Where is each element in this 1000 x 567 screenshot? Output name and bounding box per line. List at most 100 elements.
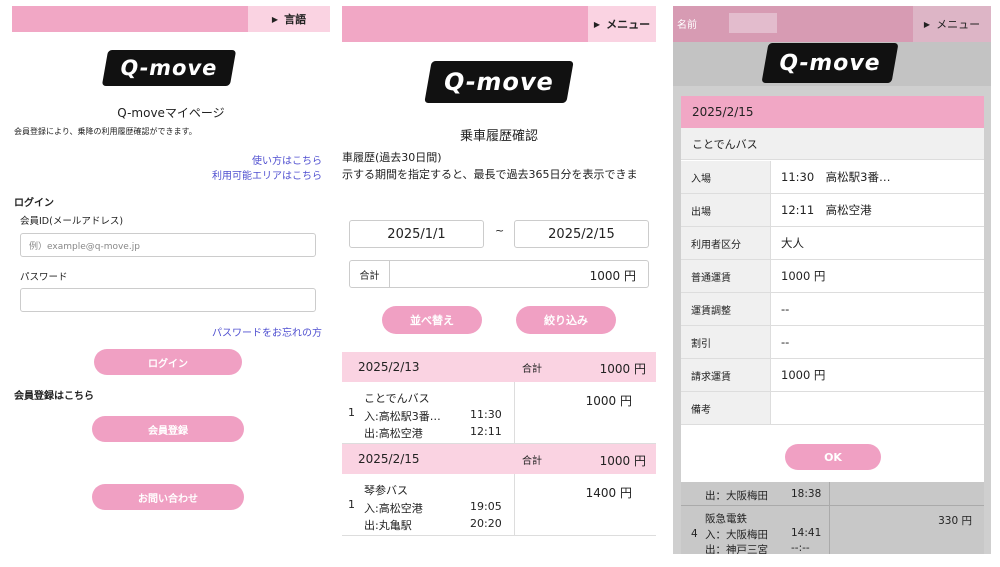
name-value-masked [729,13,777,33]
ride-entry-time: 19:05 [470,500,502,513]
detail-row-value: 12:11 高松空港 [781,203,872,217]
menu-button-label: メニュー [606,18,651,31]
total-value: 1000 円 [589,269,636,283]
detail-row: 利用者区分 大人 [681,227,984,260]
ride-entry-station: 入:高松空港 [364,502,423,515]
bg-operator: 阪急電鉄 [705,513,747,525]
contact-button[interactable]: お問い合わせ [92,484,244,510]
bg-exit-station-2: 出：神戸三宮 [705,544,768,554]
login-screen: ▶ 言語 Q-move Q-moveマイページ 会員登録により、乗降の利用履歴確… [12,6,330,554]
detail-row-label: 請求運賃 [681,359,771,391]
ride-exit-station: 出:高松空港 [364,427,423,440]
qmove-logo: Q-move [761,43,899,83]
detail-row-value: 大人 [781,236,804,250]
history-screen: ▶ メニュー Q-move 乗車履歴確認 車履歴(過去30日間) 示する期間を指… [342,6,656,554]
detail-row-label: 割引 [681,326,771,358]
ride-exit-time: 20:20 [470,517,502,530]
triangle-right-icon: ▶ [271,14,279,24]
triangle-right-icon: ▶ [923,19,931,29]
detail-screen: 名前 ▶ メニュー Q-move 2025/2/15 ことでんバス 入場 11:… [673,6,991,554]
ride-fare: 1400 円 [585,486,632,500]
detail-row-label: 運賃調整 [681,293,771,325]
detail-row: 備考 [681,392,984,425]
detail-row-value: -- [781,335,790,349]
history-subtitle: 車履歴(過去30日間) [342,151,442,164]
group-date: 2025/2/15 [358,452,420,466]
detail-row-label: 普通運賃 [681,260,771,292]
history-ride-row[interactable]: 1 琴参バス 入:高松空港 19:05 出:丸亀駅 20:20 1400 円 [342,474,656,536]
ride-detail-dialog: 2025/2/15 ことでんバス 入場 11:30 高松駅3番… 出場 12:1… [681,96,984,482]
menu-button[interactable]: ▶ メニュー [913,6,991,42]
howto-link[interactable]: 使い方はこちら [252,152,322,167]
forgot-password-link[interactable]: パスワードをお忘れの方 [212,324,322,339]
history-group-header: 2025/2/15 合計 1000 円 [342,444,656,474]
detail-row: 入場 11:30 高松駅3番… [681,161,984,194]
detail-row: 請求運賃 1000 円 [681,359,984,392]
triangle-right-icon: ▶ [593,19,601,29]
language-button-label: 言語 [284,13,307,26]
bg-entry-station: 入：大阪梅田 [705,529,768,541]
detail-row-label: 入場 [681,161,771,193]
detail-row-value: 11:30 高松駅3番… [781,170,891,184]
login-button[interactable]: ログイン [94,349,242,375]
detail-operator: ことでんバス [681,128,984,160]
bg-exit-station: 出：大阪梅田 [705,490,768,502]
detail-row-value: 1000 円 [781,368,826,382]
detail-date: 2025/2/15 [681,96,984,128]
bg-exit-time-2: --:-- [791,542,810,554]
bg-entry-time: 14:41 [791,527,822,539]
detail-row: 普通運賃 1000 円 [681,260,984,293]
ride-entry-time: 11:30 [470,408,502,421]
period-note: 示する期間を指定すると、最長で過去365日分を表示できま [342,168,638,181]
password-label: パスワード [20,272,68,283]
name-label: 名前 [677,20,697,31]
ride-operator: 琴参バス [364,484,408,497]
menu-button-label: メニュー [936,18,981,31]
password-input[interactable] [20,288,316,312]
ok-button[interactable]: OK [785,444,881,470]
ride-number: 1 [348,406,355,419]
page-title: 乗車履歴確認 [459,129,538,144]
language-button[interactable]: ▶ 言語 [248,6,330,32]
detail-row: 出場 12:11 高松空港 [681,194,984,227]
ride-fare: 1000 円 [585,394,632,408]
background-history-list: 出：大阪梅田 18:38 4 阪急電鉄 330 円 入：大阪梅田 14:41 出… [681,482,984,554]
detail-row: 割引 -- [681,326,984,359]
page-title: Q-moveマイページ [117,106,225,120]
area-link[interactable]: 利用可能エリアはこちら [212,167,322,182]
filter-button[interactable]: 絞り込み [516,306,616,334]
bg-ride-number: 4 [691,528,698,540]
date-from-field[interactable]: 2025/1/1 [349,220,484,248]
member-id-input[interactable]: 例）example@q-move.jp [20,233,316,257]
ride-exit-time: 12:11 [470,425,502,438]
ride-number: 1 [348,498,355,511]
history-ride-row[interactable]: 1 ことでんバス 入:高松駅3番… 11:30 出:高松空港 12:11 100… [342,382,656,444]
bg-fare: 330 円 [938,515,972,527]
detail-row-value: 1000 円 [781,269,826,283]
detail-row-value: -- [781,302,790,316]
detail-row-label: 備考 [681,392,771,424]
group-total-label: 合計 [522,456,542,467]
group-total-label: 合計 [522,364,542,375]
ride-entry-station: 入:高松駅3番… [364,410,441,423]
qmove-logo: Q-move [424,61,574,103]
total-summary: 合計 1000 円 [349,260,649,288]
ride-operator: ことでんバス [364,392,430,405]
ride-exit-station: 出:丸亀駅 [364,519,412,532]
menu-button[interactable]: ▶ メニュー [588,6,656,42]
qmove-logo: Q-move [101,50,237,86]
date-separator: ~ [495,224,505,237]
total-label: 合計 [350,261,390,287]
date-to-field[interactable]: 2025/2/15 [514,220,649,248]
sort-button[interactable]: 並べ替え [382,306,482,334]
member-id-label: 会員ID(メールアドレス) [20,216,124,227]
detail-row-label: 利用者区分 [681,227,771,259]
detail-row: 運賃調整 -- [681,293,984,326]
group-total: 1000 円 [599,362,646,376]
history-group-header: 2025/2/13 合計 1000 円 [342,352,656,382]
register-heading: 会員登録はこちら [14,391,94,402]
page-description: 会員登録により、乗降の利用履歴確認ができます。 [14,127,197,136]
detail-row-label: 出場 [681,194,771,226]
register-button[interactable]: 会員登録 [92,416,244,442]
group-total: 1000 円 [599,454,646,468]
